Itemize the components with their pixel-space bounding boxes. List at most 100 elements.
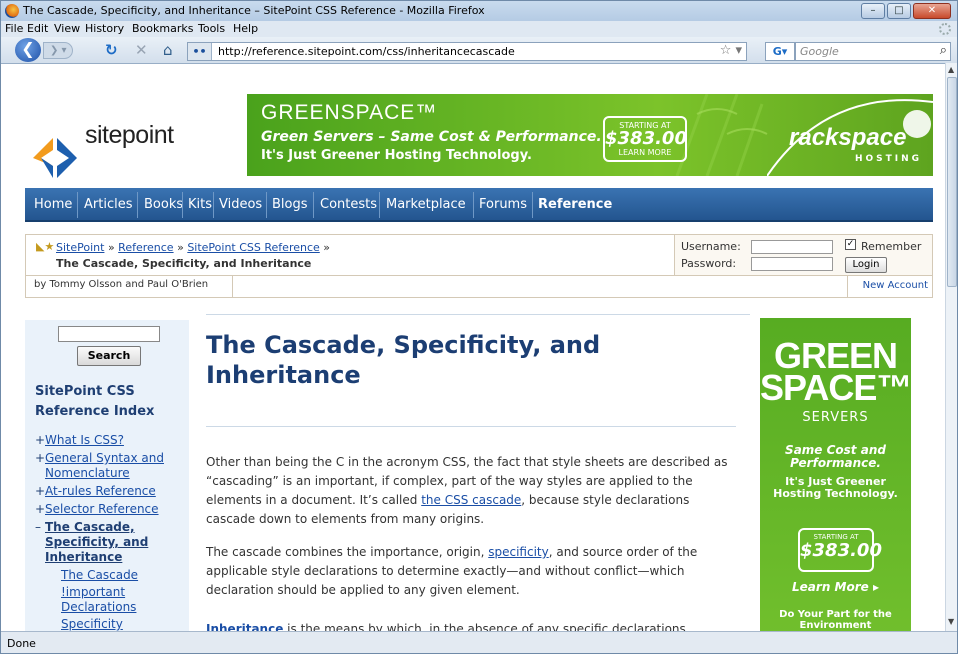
nav-articles[interactable]: Articles [84, 197, 132, 212]
sidebar-index-title: SitePoint CSS Reference Index [35, 384, 155, 419]
breadcrumb-sitepoint[interactable]: SitePoint [56, 241, 104, 254]
search-engine-selector[interactable]: G▾ [765, 42, 795, 61]
nav-blogs[interactable]: Blogs [272, 197, 308, 212]
menu-bar: File Edit View History Bookmarks Tools H… [1, 21, 957, 37]
author-credit: by Tommy Olsson and Paul O'Brien [25, 276, 233, 298]
sidebar-index-list: + What Is CSS? + General Syntax and Nomenc… [35, 433, 189, 631]
banner-price-badge[interactable]: STARTING AT $383.00 LEARN MORE [603, 116, 687, 162]
index-sublink-important[interactable]: !important Declarations [61, 585, 136, 614]
nav-divider [473, 192, 474, 218]
breadcrumb-current: The Cascade, Specificity, and Inheritanc… [56, 257, 312, 270]
list-item: The Cascade [35, 568, 189, 583]
scrollbar-thumb[interactable] [947, 77, 957, 287]
divider [233, 297, 847, 298]
bullet-icon: + [35, 502, 46, 516]
ad-headline-line2: SPACE™ [760, 367, 911, 408]
nav-kits[interactable]: Kits [188, 197, 212, 212]
loading-throbber-icon [939, 23, 951, 35]
reload-icon[interactable]: ↻ [105, 42, 118, 58]
search-placeholder: Google [800, 45, 839, 58]
divider [206, 314, 750, 315]
nav-reference[interactable]: Reference [538, 197, 612, 212]
nav-divider [137, 192, 138, 218]
menu-history[interactable]: History [85, 22, 124, 35]
scroll-down-arrow-icon[interactable]: ▼ [948, 617, 954, 626]
list-item: + At-rules Reference [35, 484, 189, 499]
scroll-up-arrow-icon[interactable]: ▲ [948, 65, 954, 74]
nav-divider [266, 192, 267, 218]
link-css-cascade[interactable]: the CSS cascade [421, 493, 521, 507]
link-inheritance[interactable]: Inheritance [206, 622, 283, 631]
ad-price-value: $383.00 [800, 540, 882, 561]
nav-videos[interactable]: Videos [219, 197, 262, 212]
index-link-cascade-current[interactable]: The Cascade, Specificity, and Inheritanc… [45, 520, 148, 564]
menu-help[interactable]: Help [233, 22, 258, 35]
bookmark-star-icon[interactable]: ☆ ▾ [720, 43, 742, 58]
forward-button[interactable]: ❯ ▾ [43, 42, 73, 59]
breadcrumb-trail: SitePoint » Reference » SitePoint CSS Re… [56, 241, 330, 254]
index-link-at-rules[interactable]: At-rules Reference [45, 484, 156, 498]
ad-learn-more-link[interactable]: Learn More ▸ [760, 580, 911, 594]
banner-title: GREENSPACE™ [261, 101, 438, 124]
page-viewport: sitepoint GREENSPACE™ Green Servers – Sa… [1, 63, 945, 631]
breadcrumb-separator: » [177, 241, 184, 254]
title-bar[interactable]: The Cascade, Specificity, and Inheritanc… [1, 1, 957, 21]
minimize-button[interactable]: – [861, 3, 885, 19]
menu-tools[interactable]: Tools [198, 22, 225, 35]
address-bar[interactable]: •• http://reference.sitepoint.com/css/in… [187, 42, 747, 61]
sitepoint-logo-icon [33, 138, 77, 178]
url-text[interactable]: http://reference.sitepoint.com/css/inher… [218, 45, 515, 58]
password-input[interactable] [751, 257, 833, 271]
nav-marketplace[interactable]: Marketplace [386, 197, 466, 212]
login-panel: Username: Password: ✓ Remember Login [675, 234, 933, 276]
menu-bookmarks[interactable]: Bookmarks [132, 22, 193, 35]
remember-label: Remember [861, 240, 922, 253]
nav-contests[interactable]: Contests [320, 197, 377, 212]
list-item: + Selector Reference [35, 502, 189, 517]
sidebar-search-button[interactable]: Search [77, 346, 141, 366]
nav-books[interactable]: Books [144, 197, 183, 212]
sitepoint-logo-text[interactable]: sitepoint [85, 121, 174, 150]
navigation-toolbar: ❮ ❯ ▾ ↻ ✕ ⌂ •• http://reference.sitepoin… [1, 37, 957, 63]
greenspace-skyscraper-ad[interactable]: GREEN SPACE™ SERVERS Same Cost and Perfor… [760, 318, 911, 631]
password-label: Password: [681, 257, 737, 270]
index-sublink-specificity[interactable]: Specificity [61, 617, 123, 631]
vertical-scrollbar[interactable]: ▲ ▼ [945, 63, 957, 631]
link-specificity[interactable]: specificity [488, 545, 548, 559]
menu-edit[interactable]: Edit [27, 22, 48, 35]
stop-icon[interactable]: ✕ [135, 42, 148, 58]
ad-subtagline: It's Just Greener Hosting Technology. [773, 475, 898, 500]
maximize-button[interactable]: □ [887, 3, 911, 19]
index-sublink-cascade[interactable]: The Cascade [61, 568, 138, 582]
home-icon[interactable]: ⌂ [163, 42, 173, 58]
site-identity-icon[interactable]: •• [188, 43, 212, 60]
breadcrumb-reference[interactable]: Reference [118, 241, 173, 254]
search-magnifier-icon[interactable]: ⌕ [940, 43, 947, 58]
index-link-selectors[interactable]: Selector Reference [45, 502, 159, 516]
status-text: Done [7, 637, 36, 650]
ad-environment-text: Do Your Part for the Environment [779, 609, 892, 631]
username-input[interactable] [751, 240, 833, 254]
bullet-icon: + [35, 451, 46, 465]
sidebar-search-input[interactable] [58, 326, 160, 342]
window-title: The Cascade, Specificity, and Inheritanc… [23, 4, 485, 17]
remember-checkbox[interactable]: ✓ [845, 239, 856, 250]
paragraph-inheritance: Inheritance is the means by which, in th… [206, 620, 736, 631]
nav-home[interactable]: Home [34, 197, 72, 212]
index-link-what-is-css[interactable]: What Is CSS? [45, 433, 124, 447]
web-search-input[interactable]: Google ⌕ [795, 42, 951, 61]
menu-view[interactable]: View [54, 22, 80, 35]
ad-price-badge[interactable]: STARTING AT $383.00 [798, 528, 882, 572]
divider [206, 426, 736, 427]
menu-file[interactable]: File [5, 22, 23, 35]
back-button[interactable]: ❮ [15, 38, 41, 62]
breadcrumb-css-reference[interactable]: SitePoint CSS Reference [187, 241, 319, 254]
list-item: + General Syntax and Nomenclature [35, 451, 189, 481]
greenspace-banner-ad[interactable]: GREENSPACE™ Green Servers – Same Cost & … [247, 94, 933, 176]
nav-forums[interactable]: Forums [479, 197, 527, 212]
index-link-general-syntax[interactable]: General Syntax and Nomenclature [45, 451, 164, 480]
new-account-link[interactable]: New Account [847, 276, 933, 298]
close-button[interactable]: ✕ [913, 3, 951, 19]
login-button[interactable]: Login [845, 257, 887, 273]
list-item: !important Declarations [35, 585, 189, 615]
